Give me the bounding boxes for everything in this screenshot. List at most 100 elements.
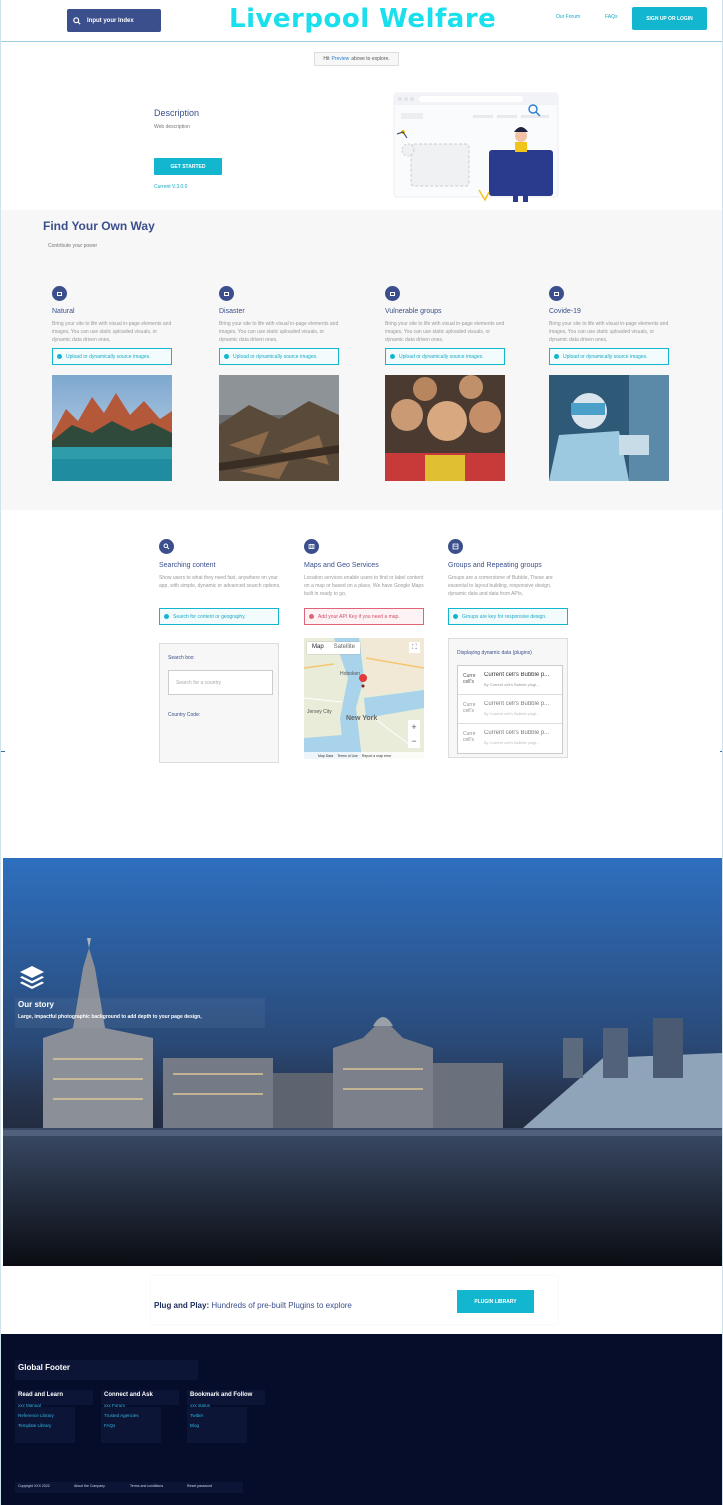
footer-link[interactable]: Trusted Agencies bbox=[104, 1413, 180, 1418]
list-item-key: Curre cell's bbox=[463, 731, 476, 743]
folder-icon bbox=[549, 286, 564, 301]
reset-password-link[interactable]: Reset password bbox=[187, 1484, 212, 1488]
map-terms-link[interactable]: Terms of Use bbox=[337, 754, 358, 758]
notice-prefix: Hit bbox=[323, 56, 330, 62]
map-tiles bbox=[304, 638, 424, 759]
folder-icon bbox=[52, 286, 67, 301]
card-info-text: Upload or dynamically source images. bbox=[399, 353, 484, 360]
feature-search: Searching content Show users to what the… bbox=[159, 539, 281, 625]
footer-link[interactable]: FAQs bbox=[104, 1423, 180, 1428]
page: Input your Index Liverpool Welfare Our F… bbox=[0, 0, 723, 1505]
feature-title: Maps and Geo Services bbox=[304, 562, 379, 569]
index-search-button[interactable]: Input your Index bbox=[67, 9, 161, 32]
folder-icon bbox=[219, 286, 234, 301]
info-icon bbox=[224, 354, 229, 359]
feature-info-text: Search for content or geography. bbox=[173, 613, 246, 620]
folder-icon bbox=[385, 286, 400, 301]
footer-link[interactable]: Twitter bbox=[190, 1413, 266, 1418]
card-info-box: Upload or dynamically source images. bbox=[52, 348, 172, 365]
map-label-hoboken: Hoboken bbox=[340, 671, 361, 677]
list-item-key: Curre cell's bbox=[463, 673, 476, 685]
card-disaster: Disaster Bring your site to life with vi… bbox=[219, 286, 341, 486]
story-title: Our story bbox=[18, 1000, 55, 1009]
satellite-tab[interactable]: Satellite bbox=[329, 642, 360, 654]
zoom-in-button[interactable]: + bbox=[411, 722, 416, 732]
map-tab[interactable]: Map bbox=[307, 642, 329, 654]
feature-info-box: Search for content or geography. bbox=[159, 608, 279, 625]
mountain-lake-photo bbox=[52, 375, 172, 481]
disaster-rubble-photo bbox=[219, 375, 339, 481]
list-item-key: Curre cell's bbox=[463, 702, 476, 714]
feature-maps: Maps and Geo Services Location services … bbox=[304, 539, 426, 625]
map-icon bbox=[304, 539, 319, 554]
warning-icon bbox=[309, 614, 314, 619]
feature-title: Searching content bbox=[159, 562, 216, 569]
footer-link[interactable]: Reference Library bbox=[18, 1413, 94, 1418]
footer-link[interactable]: xxx Forum bbox=[104, 1403, 180, 1408]
list-item-sub: By Current cell's Bubble plugi... bbox=[484, 711, 540, 716]
map-label-new-york: New York bbox=[346, 715, 378, 722]
repeating-group-list: Curre cell's Current cell's Bubble p... … bbox=[457, 665, 563, 754]
search-demo-panel: Search box: Search for a country Country… bbox=[159, 643, 279, 763]
list-item-title: Current cell's Bubble p... bbox=[484, 672, 550, 678]
group-icon bbox=[448, 539, 463, 554]
get-started-button[interactable]: GET STARTED bbox=[154, 158, 222, 175]
card-desc: Bring your site to life with visual in-p… bbox=[549, 321, 669, 343]
map-type-tabs: Map Satellite bbox=[307, 642, 361, 654]
feature-warning-text: Add your API Key if you need a map. bbox=[318, 613, 400, 620]
map-zoom-control: + − bbox=[408, 720, 420, 748]
list-item-title: Current cell's Bubble p... bbox=[484, 730, 550, 736]
version-link[interactable]: Current V.3.0.0 bbox=[154, 184, 187, 190]
plugin-library-button[interactable]: PLUGIN LIBRARY bbox=[457, 1290, 534, 1313]
footer-column-heading: Read and Learn bbox=[18, 1392, 64, 1398]
liverpool-skyline-photo bbox=[3, 858, 722, 1266]
feature-title: Groups and Repeating groups bbox=[448, 562, 542, 569]
medical-worker-photo bbox=[549, 375, 669, 481]
plugin-banner-text: Plug and Play: Hundreds of pre-built Plu… bbox=[154, 1301, 352, 1310]
list-item[interactable]: Curre cell's Current cell's Bubble p... … bbox=[458, 666, 562, 695]
footer-title: Global Footer bbox=[18, 1363, 70, 1372]
footer-column-heading: Connect and Ask bbox=[104, 1392, 153, 1398]
brand-title[interactable]: Liverpool Welfare bbox=[229, 4, 496, 34]
footer-link[interactable]: Template Library bbox=[18, 1423, 94, 1428]
search-icon bbox=[159, 539, 174, 554]
google-map[interactable]: Map Satellite ⛶ Hoboken Jersey City New … bbox=[304, 638, 424, 759]
footer-link[interactable]: xxx status bbox=[190, 1403, 266, 1408]
info-icon bbox=[57, 354, 62, 359]
about-company-link[interactable]: About the Company bbox=[74, 1484, 105, 1488]
card-info-box: Upload or dynamically source images. bbox=[385, 348, 505, 365]
feature-info-text: Groups are key for responsive design. bbox=[462, 613, 547, 620]
terms-link[interactable]: Terms and conditions bbox=[130, 1484, 163, 1488]
card-title: Vulnerable groups bbox=[385, 308, 442, 315]
country-search-input[interactable]: Search for a country bbox=[168, 670, 273, 695]
find-section-title: Find Your Own Way bbox=[43, 219, 155, 233]
zoom-out-button[interactable]: − bbox=[411, 736, 416, 746]
list-item-sub: By Current cell's Bubble plugi... bbox=[484, 740, 540, 745]
map-label-jersey-city: Jersey City bbox=[307, 709, 332, 715]
nav-forum-link[interactable]: Our Forum bbox=[556, 14, 580, 20]
feature-desc: Location services enable users to find o… bbox=[304, 575, 424, 597]
header: Input your Index Liverpool Welfare Our F… bbox=[1, 0, 722, 42]
search-box-label: Search box: bbox=[168, 655, 195, 661]
list-item[interactable]: Curre cell's Current cell's Bubble p... … bbox=[458, 695, 562, 724]
footer-column-read: Read and Learn xxx Manual Reference Libr… bbox=[15, 1389, 94, 1443]
notice-preview-link: Preview bbox=[331, 56, 350, 62]
signup-login-button[interactable]: SIGN UP OR LOGIN bbox=[632, 7, 707, 30]
footer-link[interactable]: xxx Manual bbox=[18, 1403, 94, 1408]
list-item-sub: By Current cell's Bubble plugi... bbox=[484, 682, 540, 687]
nav-faqs-link[interactable]: FAQs bbox=[605, 14, 618, 20]
feature-desc: Groups are a cornerstone of Bubble, Thes… bbox=[448, 575, 553, 597]
card-title: Natural bbox=[52, 308, 75, 315]
info-icon bbox=[390, 354, 395, 359]
card-desc: Bring your site to life with visual in-p… bbox=[219, 321, 339, 343]
list-item[interactable]: Curre cell's Current cell's Bubble p... … bbox=[458, 724, 562, 753]
map-data-link[interactable]: Map Data bbox=[318, 754, 333, 758]
card-covid: Covide-19 Bring your site to life with v… bbox=[549, 286, 671, 486]
footer-link[interactable]: Blog bbox=[190, 1423, 266, 1428]
fullscreen-icon[interactable]: ⛶ bbox=[409, 642, 420, 653]
list-item-title: Current cell's Bubble p... bbox=[484, 701, 550, 707]
map-report-link[interactable]: Report a map error bbox=[362, 754, 392, 758]
card-desc: Bring your site to life with visual in-p… bbox=[52, 321, 172, 343]
info-icon bbox=[164, 614, 169, 619]
preview-notice: Hit Preview above to explore. bbox=[314, 52, 399, 66]
